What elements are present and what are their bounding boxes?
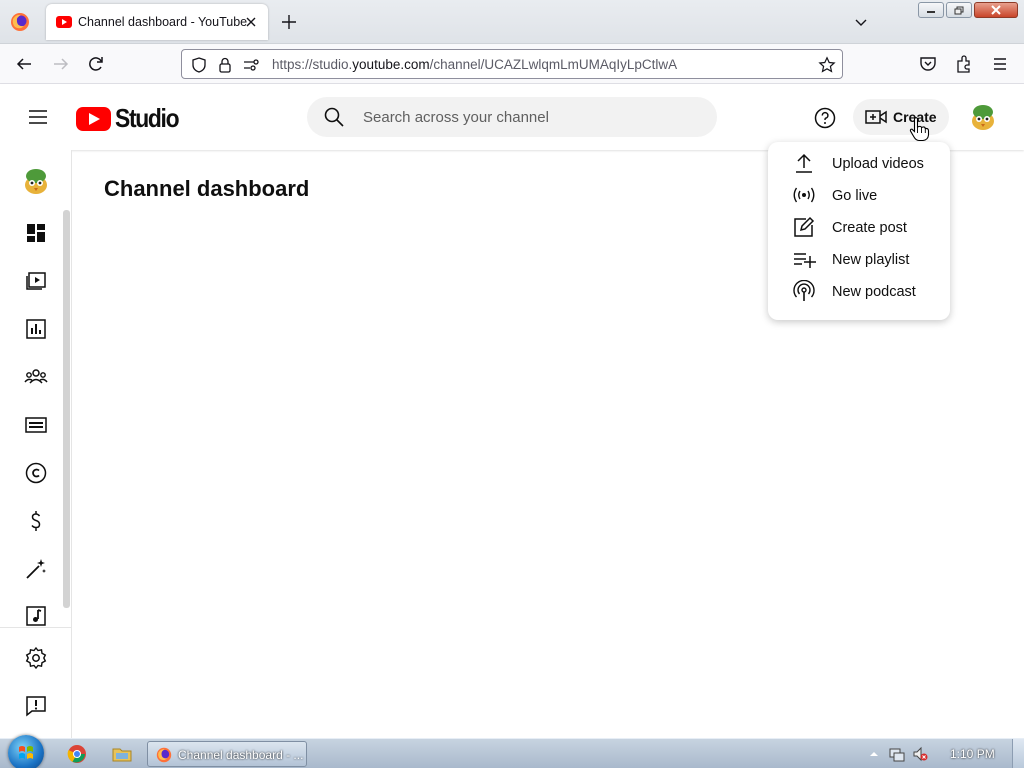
hamburger-menu-icon[interactable] bbox=[26, 105, 50, 129]
network-icon[interactable] bbox=[889, 746, 905, 762]
live-icon bbox=[793, 187, 815, 203]
menu-item-label: New podcast bbox=[832, 284, 916, 300]
menu-item-upload-videos[interactable]: Upload videos bbox=[768, 146, 950, 178]
logo-text: Studio bbox=[115, 103, 180, 133]
menu-item-go-live[interactable]: Go live bbox=[768, 178, 950, 210]
hand-cursor-icon bbox=[909, 117, 930, 142]
copyright-icon[interactable] bbox=[24, 461, 48, 485]
reload-icon[interactable] bbox=[86, 54, 106, 74]
restore-button[interactable] bbox=[946, 2, 972, 18]
sidebar-divider bbox=[0, 627, 72, 628]
menu-item-label: Upload videos bbox=[832, 156, 924, 172]
url-path: /channel/UCAZLwlqmLmUMAqIyLpCtlwA bbox=[429, 57, 678, 72]
youtube-favicon-icon bbox=[56, 16, 72, 28]
url-prefix: https://studio. bbox=[272, 57, 353, 72]
browser-navigation-bar: https://studio.youtube.com/channel/UCAZL… bbox=[0, 44, 1024, 84]
menu-item-new-podcast[interactable]: New podcast bbox=[768, 274, 950, 306]
close-tab-icon[interactable] bbox=[242, 13, 260, 31]
taskbar-firefox-task[interactable]: Channel dashboard - ... bbox=[147, 741, 307, 767]
restore-icon bbox=[954, 6, 964, 14]
playlist-add-icon bbox=[794, 253, 816, 268]
start-button[interactable] bbox=[8, 735, 44, 768]
window-controls bbox=[918, 2, 1018, 18]
upload-icon bbox=[796, 153, 812, 173]
taskbar-task-label: Channel dashboard - ... bbox=[178, 748, 304, 762]
close-window-icon bbox=[991, 5, 1001, 15]
volume-muted-icon[interactable] bbox=[912, 746, 928, 762]
address-bar[interactable]: https://studio.youtube.com/channel/UCAZL… bbox=[181, 49, 843, 79]
app-menu-icon[interactable] bbox=[990, 54, 1010, 74]
show-desktop-button[interactable] bbox=[1012, 739, 1024, 768]
menu-item-new-playlist[interactable]: New playlist bbox=[768, 242, 950, 274]
menu-item-label: New playlist bbox=[832, 252, 910, 268]
back-arrow-icon[interactable] bbox=[14, 54, 34, 74]
subtitles-icon[interactable] bbox=[24, 413, 48, 437]
url-host: youtube.com bbox=[352, 57, 430, 72]
extensions-icon[interactable] bbox=[954, 54, 974, 74]
search-input[interactable] bbox=[363, 107, 693, 127]
file-explorer-icon[interactable] bbox=[111, 744, 133, 764]
menu-item-create-post[interactable]: Create post bbox=[768, 210, 950, 242]
show-hidden-icons-icon[interactable] bbox=[866, 746, 882, 762]
customization-icon[interactable] bbox=[24, 557, 48, 581]
bookmark-star-icon[interactable] bbox=[818, 56, 836, 74]
browser-tab-strip: Channel dashboard - YouTube Studio bbox=[0, 0, 1024, 44]
studio-sidebar bbox=[0, 150, 72, 738]
feedback-icon[interactable] bbox=[24, 694, 48, 718]
avatar-image-icon bbox=[967, 101, 999, 133]
page-title: Channel dashboard bbox=[104, 176, 310, 201]
windows-taskbar: Channel dashboard - ... 1:10 PM bbox=[0, 735, 1024, 768]
new-tab-icon[interactable] bbox=[280, 13, 298, 31]
create-button[interactable]: Create bbox=[853, 99, 949, 135]
url-text[interactable]: https://studio.youtube.com/channel/UCAZL… bbox=[272, 57, 677, 72]
tracking-protection-shield-icon[interactable] bbox=[190, 56, 208, 74]
create-video-icon bbox=[865, 110, 887, 124]
browser-tab-active[interactable]: Channel dashboard - YouTube Studio bbox=[46, 4, 268, 40]
analytics-icon[interactable] bbox=[24, 317, 48, 341]
content-icon[interactable] bbox=[24, 269, 48, 293]
youtube-studio-logo[interactable]: Studio bbox=[76, 103, 187, 134]
windows-logo-icon bbox=[19, 746, 33, 759]
channel-avatar-image-icon bbox=[20, 165, 52, 197]
settings-icon[interactable] bbox=[24, 646, 48, 670]
minimize-icon bbox=[927, 11, 935, 13]
account-avatar[interactable] bbox=[967, 101, 999, 133]
post-icon bbox=[794, 216, 815, 237]
audio-library-icon[interactable] bbox=[24, 604, 48, 628]
tab-title: Channel dashboard - YouTube Studio bbox=[78, 15, 248, 29]
community-icon[interactable] bbox=[24, 365, 48, 389]
pocket-icon[interactable] bbox=[918, 54, 938, 74]
list-all-tabs-icon[interactable] bbox=[853, 14, 869, 30]
sidebar-scrollbar[interactable] bbox=[63, 210, 70, 608]
menu-item-label: Go live bbox=[832, 188, 878, 204]
dashboard-icon[interactable] bbox=[24, 221, 48, 245]
youtube-play-logo-icon bbox=[76, 106, 111, 131]
close-window-button[interactable] bbox=[974, 2, 1018, 18]
firefox-icon[interactable] bbox=[10, 12, 30, 32]
help-icon[interactable] bbox=[813, 106, 837, 130]
studio-header: Studio Create bbox=[0, 84, 1024, 150]
permissions-icon[interactable] bbox=[242, 56, 260, 74]
lock-icon[interactable] bbox=[216, 56, 234, 74]
menu-item-label: Create post bbox=[832, 220, 907, 236]
chrome-icon[interactable] bbox=[66, 744, 88, 764]
create-dropdown-menu: Upload videos Go live Create post New pl… bbox=[768, 142, 950, 320]
earn-icon[interactable] bbox=[24, 509, 48, 533]
taskbar-clock[interactable]: 1:10 PM bbox=[950, 747, 995, 761]
firefox-icon bbox=[156, 747, 172, 763]
channel-avatar[interactable] bbox=[20, 165, 52, 197]
podcast-icon bbox=[793, 280, 815, 301]
forward-arrow-icon[interactable] bbox=[51, 54, 71, 74]
minimize-button[interactable] bbox=[918, 2, 944, 18]
search-bar[interactable] bbox=[307, 97, 717, 137]
search-icon[interactable] bbox=[323, 106, 345, 128]
